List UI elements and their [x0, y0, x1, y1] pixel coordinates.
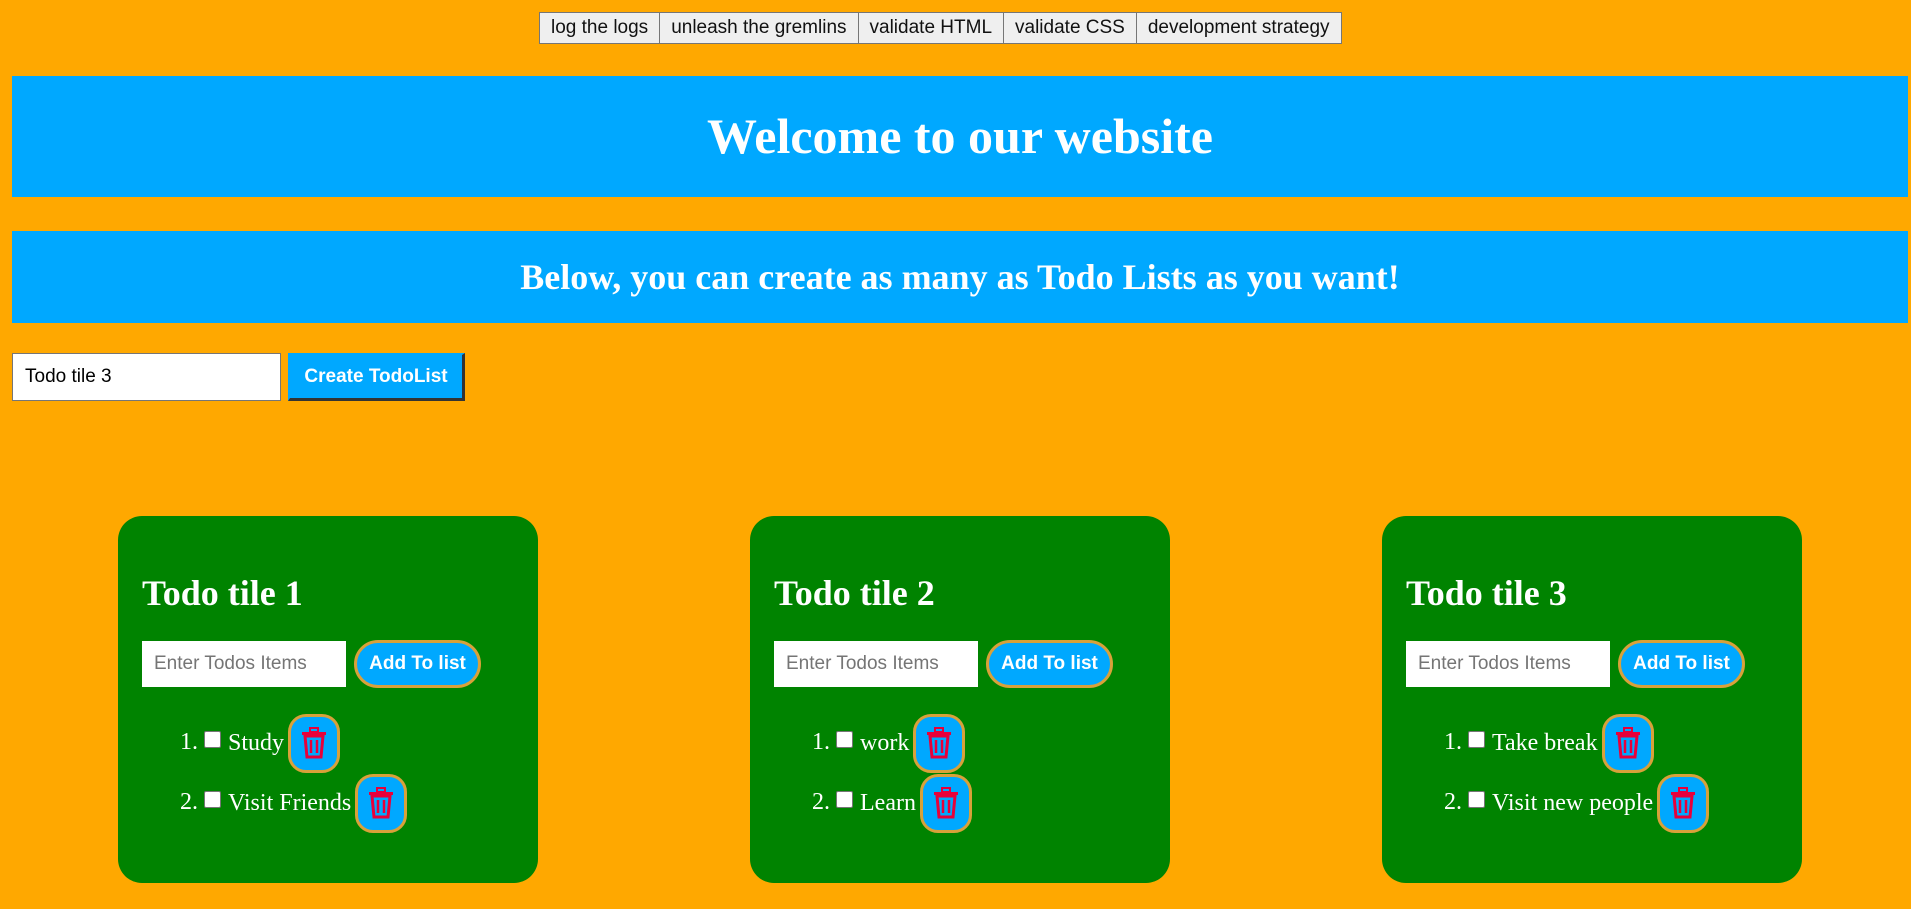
todo-checkbox[interactable] — [204, 730, 221, 748]
todo-checkbox[interactable] — [836, 790, 853, 808]
delete-button[interactable] — [919, 773, 972, 833]
todo-tile: Todo tile 2 Add To list work Learn — [750, 516, 1170, 883]
todolist-name-input[interactable] — [12, 353, 281, 401]
add-item-form: Add To list — [1406, 640, 1778, 688]
trash-icon — [369, 787, 394, 819]
create-todolist-form: Create TodoList — [12, 353, 465, 401]
todo-list: Study Visit Friends — [142, 712, 514, 833]
todo-list: Take break Visit new people — [1406, 712, 1778, 833]
trash-icon — [302, 727, 327, 759]
todo-checkbox[interactable] — [204, 790, 221, 808]
todo-item-text: Take break — [1492, 730, 1598, 757]
add-to-list-button[interactable]: Add To list — [986, 640, 1113, 688]
add-to-list-button[interactable]: Add To list — [354, 640, 481, 688]
add-item-form: Add To list — [142, 640, 514, 688]
list-item: work — [836, 712, 1146, 773]
delete-button[interactable] — [913, 713, 966, 773]
todo-item-text: Study — [228, 730, 285, 757]
trash-icon — [927, 727, 952, 759]
validate-css-button[interactable]: validate CSS — [1003, 12, 1137, 44]
list-item: Visit Friends — [204, 772, 514, 833]
list-item: Take break — [1468, 712, 1778, 773]
create-todolist-button[interactable]: Create TodoList — [288, 353, 465, 401]
trash-icon — [1615, 727, 1640, 759]
log-the-logs-button[interactable]: log the logs — [539, 12, 661, 44]
todo-checkbox[interactable] — [1468, 790, 1485, 808]
todo-item-input[interactable] — [774, 641, 978, 687]
development-strategy-button[interactable]: development strategy — [1135, 12, 1342, 44]
tile-title: Todo tile 3 — [1406, 573, 1567, 613]
todo-tile: Todo tile 3 Add To list Take break Visit… — [1382, 516, 1802, 883]
tile-title: Todo tile 2 — [774, 573, 935, 613]
todo-checkbox[interactable] — [1468, 730, 1485, 748]
delete-button[interactable] — [1657, 773, 1710, 833]
todo-tile: Todo tile 1 Add To list Study Visit Frie… — [118, 516, 538, 883]
trash-icon — [933, 787, 958, 819]
todo-item-text: Visit Friends — [228, 790, 352, 817]
todo-item-text: Visit new people — [1492, 790, 1654, 817]
trash-icon — [1671, 787, 1696, 819]
list-item: Visit new people — [1468, 772, 1778, 833]
list-item: Study — [204, 712, 514, 773]
add-item-form: Add To list — [774, 640, 1146, 688]
dev-toolbar: log the logs unleash the gremlins valida… — [539, 12, 1342, 44]
validate-html-button[interactable]: validate HTML — [857, 12, 1005, 44]
page-subtitle: Below, you can create as many as Todo Li… — [12, 231, 1908, 323]
delete-button[interactable] — [355, 773, 408, 833]
unleash-gremlins-button[interactable]: unleash the gremlins — [659, 12, 859, 44]
todo-list: work Learn — [774, 712, 1146, 833]
todo-item-text: work — [860, 730, 910, 757]
todo-item-input[interactable] — [142, 641, 346, 687]
delete-button[interactable] — [288, 713, 341, 773]
list-item: Learn — [836, 772, 1146, 833]
todo-item-input[interactable] — [1406, 641, 1610, 687]
delete-button[interactable] — [1601, 713, 1654, 773]
todo-checkbox[interactable] — [836, 730, 853, 748]
add-to-list-button[interactable]: Add To list — [1618, 640, 1745, 688]
tile-title: Todo tile 1 — [142, 573, 303, 613]
todo-item-text: Learn — [860, 790, 916, 817]
page-title: Welcome to our website — [12, 76, 1908, 197]
